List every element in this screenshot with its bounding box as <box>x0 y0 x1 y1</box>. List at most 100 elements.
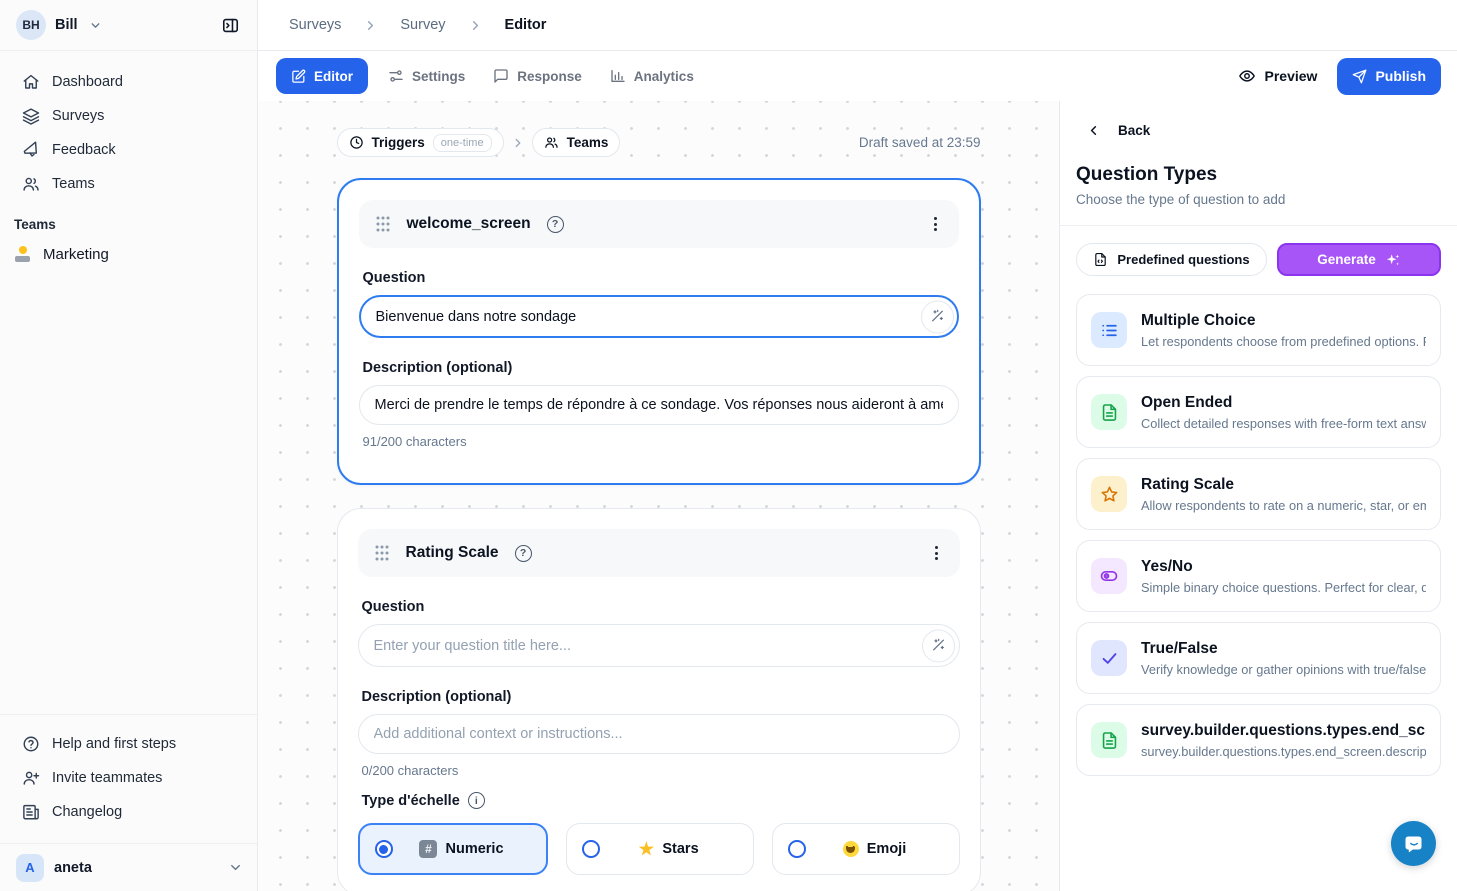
user-menu[interactable]: A aneta <box>0 843 257 891</box>
chevron-right-icon <box>511 136 525 150</box>
tab-analytics[interactable]: Analytics <box>600 58 704 94</box>
radio-selected[interactable] <box>375 840 393 858</box>
card-menu-button[interactable] <box>928 211 943 237</box>
question-type-list: Multiple Choice Let respondents choose f… <box>1076 294 1441 776</box>
question-card-title: Rating Scale <box>406 544 499 562</box>
workspace-switcher[interactable]: BH Bill <box>0 0 257 51</box>
sidebar-item-help[interactable]: Help and first steps <box>12 727 245 761</box>
type-card-description: Simple binary choice questions. Perfect … <box>1141 580 1426 595</box>
chat-widget-button[interactable] <box>1391 821 1436 866</box>
breadcrumb-survey[interactable]: Survey <box>400 17 445 33</box>
question-card-welcome[interactable]: welcome_screen ? Question Description (o… <box>337 178 981 485</box>
scale-option-stars[interactable]: Stars <box>566 823 754 875</box>
sidebar-item-teams[interactable]: Teams <box>12 167 245 201</box>
question-types-panel: Back Question Types Choose the type of q… <box>1059 101 1457 891</box>
type-card-multiple-choice[interactable]: Multiple Choice Let respondents choose f… <box>1076 294 1441 366</box>
home-icon <box>22 73 40 91</box>
sidebar: BH Bill Dashboard Surveys Feedback T <box>0 0 258 891</box>
type-card-end-screen[interactable]: survey.builder.questions.types.end_scr..… <box>1076 704 1441 776</box>
file-text-icon <box>1100 403 1119 422</box>
question-title-input[interactable] <box>358 624 960 667</box>
radio-unselected[interactable] <box>788 840 806 858</box>
survey-canvas: Triggers one-time Teams Draft saved at 2… <box>258 101 1059 891</box>
type-card-title: survey.builder.questions.types.end_scr..… <box>1141 722 1426 740</box>
teams-section-label: Teams <box>0 201 257 236</box>
toggle-icon <box>1099 566 1119 586</box>
triggers-chip[interactable]: Triggers one-time <box>337 128 504 157</box>
scale-type-label-text: Type d'échelle <box>362 793 460 809</box>
pencil-square-icon <box>291 69 306 84</box>
sidebar-item-dashboard[interactable]: Dashboard <box>12 65 245 99</box>
breadcrumb: Surveys Survey Editor <box>258 0 1457 51</box>
info-icon[interactable]: i <box>468 792 485 809</box>
wand-sparkles-icon <box>929 309 945 325</box>
ai-rewrite-button[interactable] <box>922 629 955 662</box>
sparkles-icon <box>1385 252 1401 268</box>
tab-label: Editor <box>314 69 353 84</box>
generate-button[interactable]: Generate <box>1277 243 1441 276</box>
check-icon <box>1100 649 1119 668</box>
collapse-sidebar-button[interactable] <box>215 10 245 40</box>
tab-settings[interactable]: Settings <box>378 58 475 94</box>
publish-button[interactable]: Publish <box>1337 58 1441 95</box>
smiley-emoji <box>843 841 859 857</box>
tab-editor[interactable]: Editor <box>276 58 368 94</box>
tab-response[interactable]: Response <box>483 58 592 94</box>
teams-chip[interactable]: Teams <box>532 128 621 157</box>
scale-option-label: Emoji <box>867 841 906 857</box>
drag-handle-icon[interactable] <box>375 215 391 233</box>
panel-subtitle: Choose the type of question to add <box>1076 192 1441 207</box>
type-card-true-false[interactable]: True/False Verify knowledge or gather op… <box>1076 622 1441 694</box>
trigger-frequency-badge: one-time <box>433 134 492 152</box>
workspace-name: Bill <box>55 17 78 33</box>
sidebar-item-feedback[interactable]: Feedback <box>12 133 245 167</box>
predefined-questions-button[interactable]: Predefined questions <box>1076 243 1267 276</box>
scale-option-numeric[interactable]: #Numeric <box>358 823 548 875</box>
ai-rewrite-button[interactable] <box>921 300 954 333</box>
sidebar-item-surveys[interactable]: Surveys <box>12 99 245 133</box>
predefined-questions-label: Predefined questions <box>1117 252 1249 267</box>
list-icon <box>1100 321 1119 340</box>
question-label: Question <box>362 599 960 615</box>
question-description-input[interactable] <box>358 714 960 754</box>
question-description-input[interactable] <box>359 385 959 425</box>
panel-collapse-icon <box>221 16 240 35</box>
chevron-down-icon <box>89 19 102 32</box>
file-code-icon <box>1093 252 1108 267</box>
char-count: 91/200 characters <box>363 434 959 449</box>
sidebar-item-marketing[interactable]: Marketing <box>0 236 257 272</box>
card-menu-button[interactable] <box>929 540 944 566</box>
megaphone-icon <box>22 141 40 159</box>
type-card-title: Multiple Choice <box>1141 312 1426 330</box>
radio-unselected[interactable] <box>582 840 600 858</box>
question-card-header: Rating Scale ? <box>358 529 960 577</box>
sliders-icon <box>388 68 404 84</box>
workspace: Triggers one-time Teams Draft saved at 2… <box>258 101 1457 891</box>
newspaper-icon <box>22 803 40 821</box>
question-card-rating[interactable]: Rating Scale ? Question Description (opt… <box>337 508 981 891</box>
preview-button[interactable]: Preview <box>1238 67 1318 85</box>
draft-status: Draft saved at 23:59 <box>859 135 981 150</box>
back-button[interactable]: Back <box>1076 123 1441 138</box>
panel-body: Predefined questions Generate <box>1060 226 1457 793</box>
chevron-left-icon <box>1086 123 1101 138</box>
type-card-description: Let respondents choose from predefined o… <box>1141 334 1426 349</box>
sidebar-item-invite[interactable]: Invite teammates <box>12 761 245 795</box>
type-card-open-ended[interactable]: Open Ended Collect detailed responses wi… <box>1076 376 1441 448</box>
wand-sparkles-icon <box>930 638 946 654</box>
breadcrumb-editor: Editor <box>505 17 547 33</box>
type-card-rating-scale[interactable]: Rating Scale Allow respondents to rate o… <box>1076 458 1441 530</box>
sidebar-item-changelog[interactable]: Changelog <box>12 795 245 829</box>
chevron-right-icon <box>363 18 378 33</box>
type-card-title: Open Ended <box>1141 394 1426 412</box>
drag-handle-icon[interactable] <box>374 544 390 562</box>
star-emoji <box>638 841 654 857</box>
sidebar-nav: Dashboard Surveys Feedback Teams <box>0 51 257 201</box>
help-icon[interactable]: ? <box>515 545 532 562</box>
help-icon[interactable]: ? <box>547 216 564 233</box>
type-card-yes-no[interactable]: Yes/No Simple binary choice questions. P… <box>1076 540 1441 612</box>
scale-option-emoji[interactable]: Emoji <box>772 823 960 875</box>
question-title-input[interactable] <box>359 295 959 338</box>
breadcrumb-surveys[interactable]: Surveys <box>289 17 341 33</box>
layers-icon <box>22 107 40 125</box>
